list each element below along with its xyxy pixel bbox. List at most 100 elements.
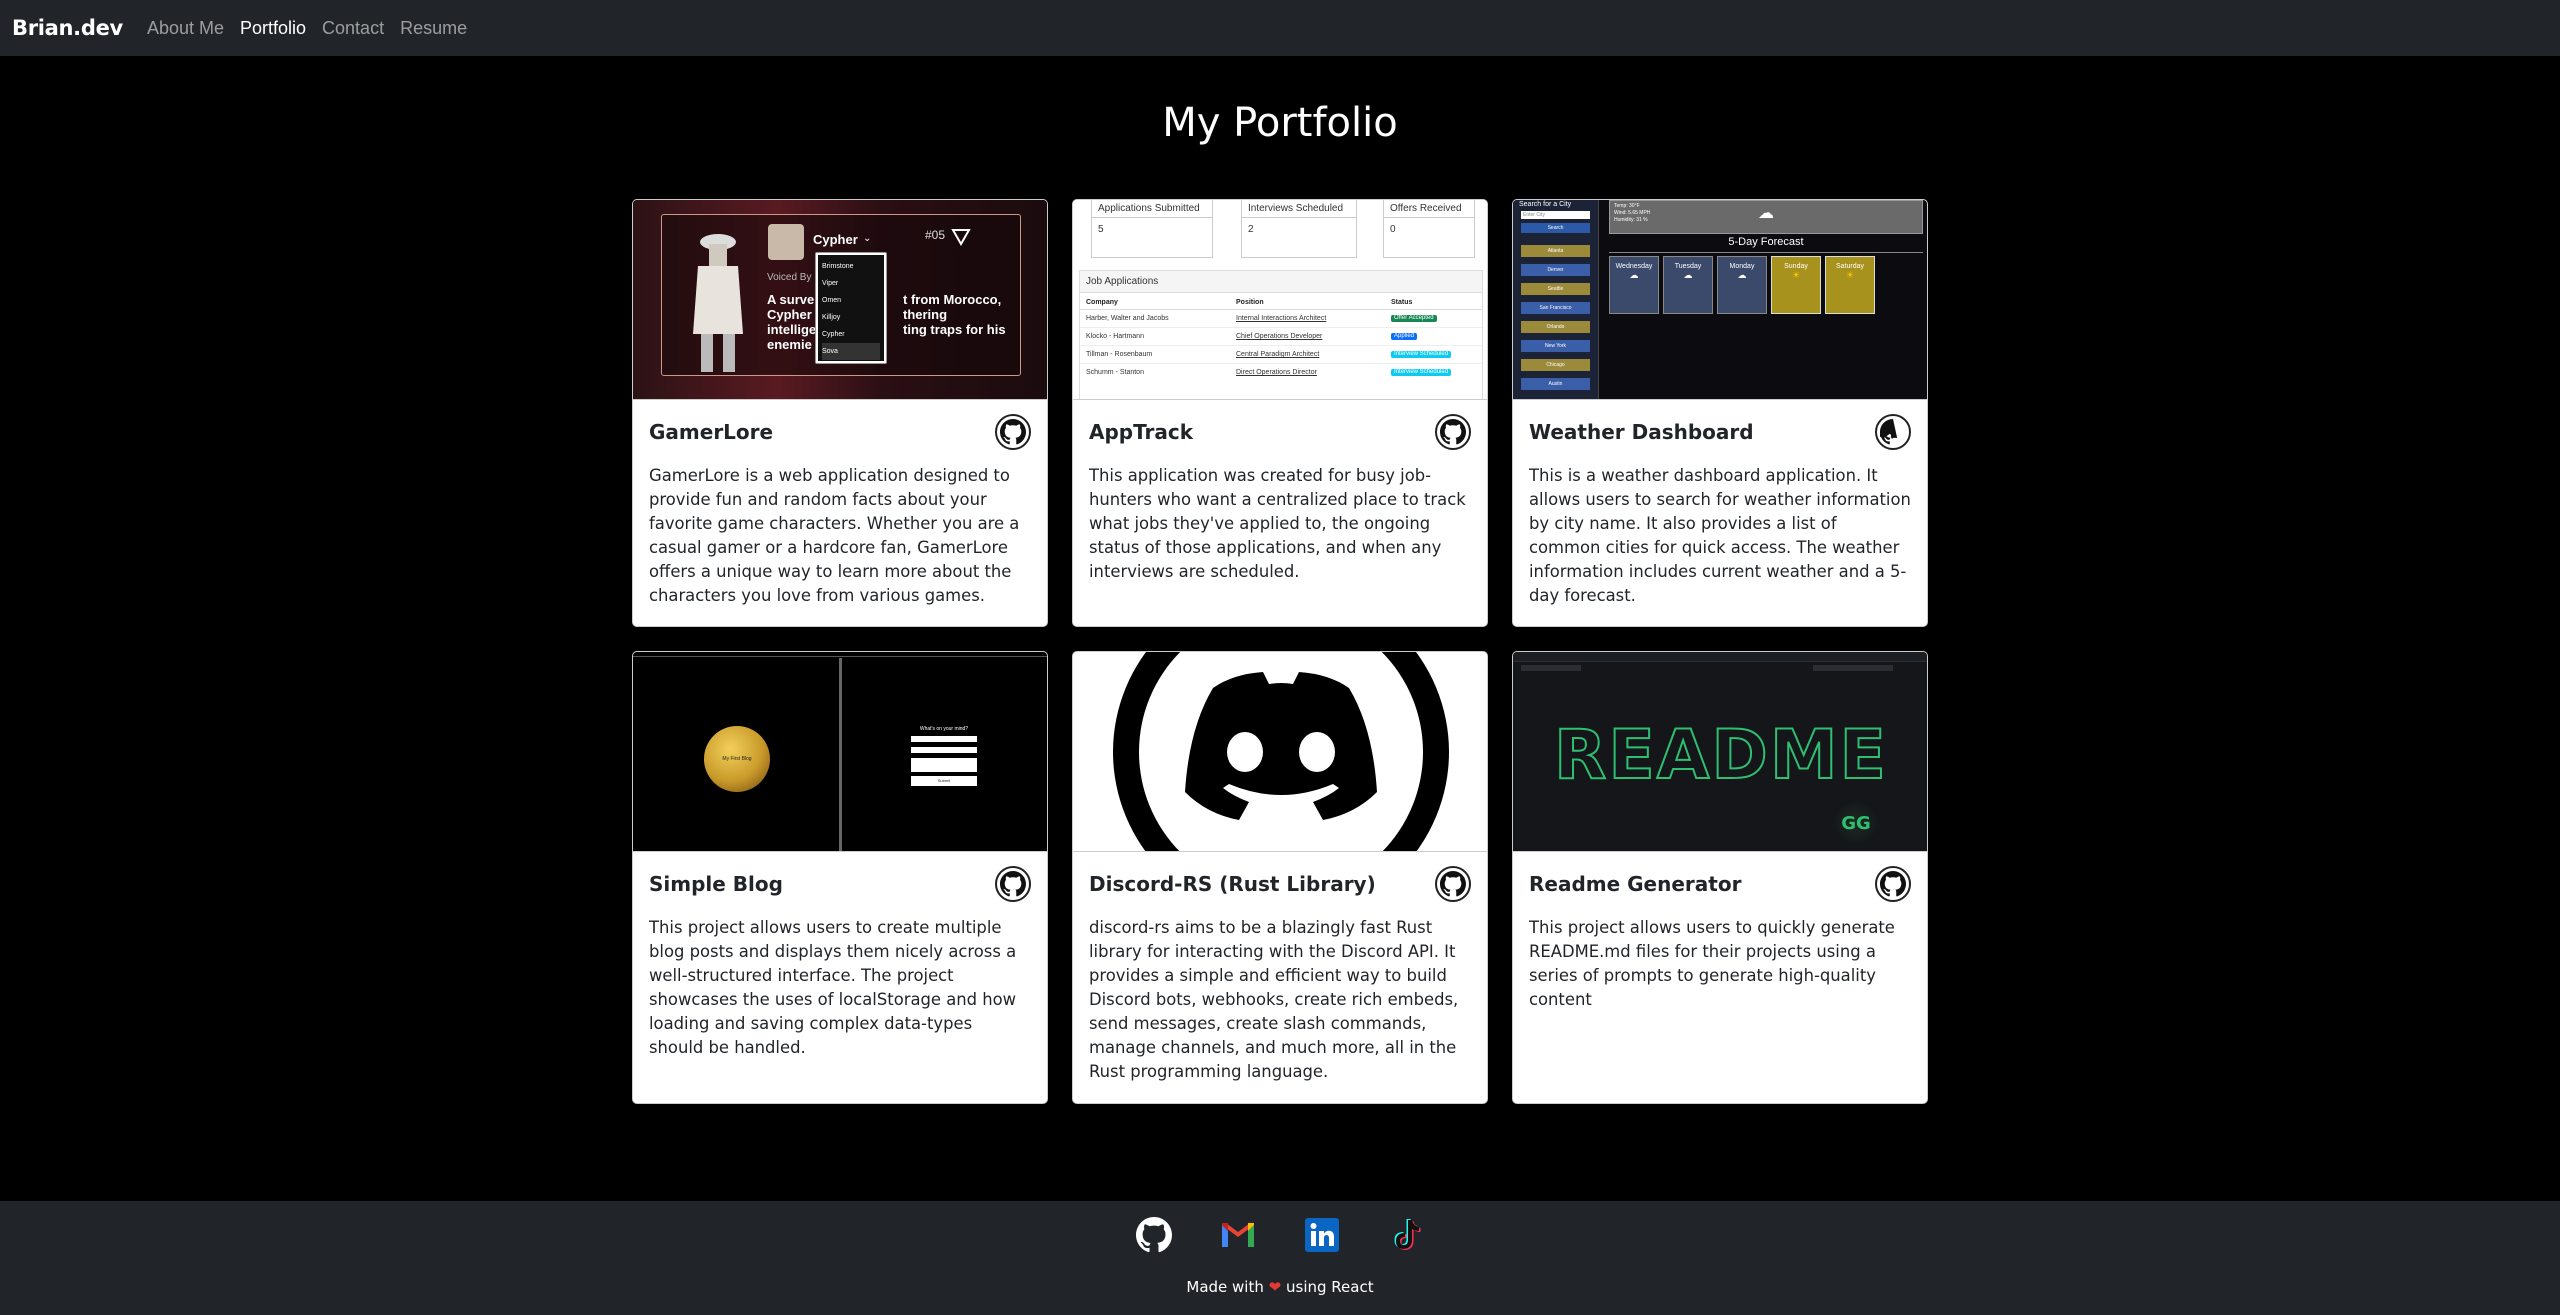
project-thumbnail[interactable]: My First Blog What's on your mind? Submi… — [633, 652, 1047, 852]
dropdown-option[interactable]: Viper — [822, 275, 880, 292]
dropdown-option[interactable]: Killjoy — [822, 309, 880, 326]
character-figure — [693, 234, 743, 372]
tiktok-link[interactable] — [1386, 1215, 1426, 1255]
character-name: Cypher — [813, 232, 858, 247]
sun-icon: ☀ — [1845, 270, 1855, 280]
cloud-icon: ☁ — [1629, 270, 1639, 280]
project-thumbnail[interactable]: Search for a City Enter City Search Atla… — [1513, 200, 1927, 400]
table-row[interactable]: Tillman - Rosenbaum Central Paradigm Arc… — [1080, 346, 1482, 364]
position-link[interactable]: Internal Interactions Architect — [1236, 315, 1391, 322]
city-button[interactable]: Seattle — [1521, 283, 1590, 295]
submit-button[interactable]: Submit — [911, 776, 977, 786]
github-link-button[interactable] — [1435, 414, 1471, 450]
blog-circle-label: My First Blog — [722, 756, 752, 762]
form-input[interactable] — [911, 736, 977, 742]
bio-text: t from Morocco, — [903, 292, 1002, 307]
city-button[interactable]: San Francisco — [1521, 302, 1590, 314]
character-dropdown[interactable]: Brimstone Viper Omen Killjoy Cypher Sova — [815, 252, 887, 364]
project-card-apptrack: Applications Submitted 5 Interviews Sche… — [1072, 199, 1488, 627]
column-header: Company — [1086, 299, 1118, 306]
cloud-icon: ☁ — [1683, 270, 1693, 280]
card-description: GamerLore is a web application designed … — [649, 466, 1020, 605]
column-header: Position — [1236, 299, 1264, 306]
navbar: Brian.dev About Me Portfolio Contact Res… — [0, 0, 2560, 56]
position-link[interactable]: Chief Operations Developer — [1236, 333, 1391, 340]
chevron-down-icon: ⌄ — [863, 233, 872, 244]
made-with-prefix: Made with — [1186, 1278, 1264, 1296]
project-thumbnail[interactable]: Applications Submitted 5 Interviews Sche… — [1073, 200, 1487, 400]
forecast-day-card: Wednesday ☁ — [1609, 256, 1659, 314]
github-icon — [1440, 871, 1466, 897]
dropdown-option[interactable]: Brimstone — [822, 258, 880, 275]
github-icon — [1880, 419, 1898, 445]
github-link-button[interactable] — [1875, 414, 1911, 450]
city-button[interactable]: Orlando — [1521, 321, 1590, 333]
card-description: This project allows users to create mult… — [649, 918, 1017, 1057]
forecast-day-label: Sunday — [1784, 263, 1808, 270]
bio-text: ting traps for his — [903, 322, 1006, 337]
table-cell: Tillman - Rosenbaum — [1086, 351, 1153, 358]
nav-link-about-me[interactable]: About Me — [147, 18, 224, 39]
tiktok-icon — [1394, 1219, 1421, 1250]
linkedin-link[interactable] — [1302, 1215, 1342, 1255]
search-button[interactable]: Search — [1521, 223, 1590, 233]
agent-number: #05 — [925, 228, 946, 242]
github-link-button[interactable] — [1435, 866, 1471, 902]
dropdown-option[interactable]: Cypher — [822, 326, 880, 343]
bio-text: thering — [903, 307, 948, 322]
table-row[interactable]: Schumm - Stanton Direct Operations Direc… — [1080, 364, 1482, 381]
dropdown-option[interactable]: Sova — [822, 343, 880, 360]
card-title: GamerLore — [649, 420, 774, 444]
project-thumbnail[interactable] — [1073, 652, 1487, 852]
city-button[interactable]: Atlanta — [1521, 245, 1590, 257]
github-link[interactable] — [1134, 1215, 1174, 1255]
stat-box: Applications Submitted 5 — [1091, 200, 1213, 258]
city-button[interactable]: Chicago — [1521, 359, 1590, 371]
forecast-day-card: Monday ☁ — [1717, 256, 1767, 314]
github-link-button[interactable] — [1875, 866, 1911, 902]
voiced-by-label: Voiced By — [767, 272, 812, 283]
position-link[interactable]: Direct Operations Director — [1236, 369, 1391, 376]
cloud-icon: ☁ — [1737, 270, 1747, 280]
bio-text: intellige — [767, 322, 817, 337]
column-header: Status — [1391, 299, 1413, 306]
bio-text: A surve — [767, 292, 815, 307]
github-link-button[interactable] — [995, 866, 1031, 902]
table-cell: Schumm - Stanton — [1086, 369, 1144, 376]
stat-label: Applications Submitted — [1092, 200, 1212, 218]
card-title: Discord-RS (Rust Library) — [1089, 872, 1376, 896]
card-description: This application was created for busy jo… — [1089, 466, 1466, 581]
gmail-link[interactable] — [1218, 1215, 1258, 1255]
city-button[interactable]: New York — [1521, 340, 1590, 352]
github-link-button[interactable] — [995, 414, 1031, 450]
job-applications-table: Job Applications Company Position Status… — [1079, 270, 1483, 399]
table-row[interactable]: Klocko - Hartmann Chief Operations Devel… — [1080, 328, 1482, 346]
nav-link-resume[interactable]: Resume — [400, 18, 467, 39]
brand-logo[interactable]: Brian.dev — [12, 16, 123, 40]
discord-gear-logo-icon — [1073, 652, 1487, 851]
bio-text: Cypher — [767, 307, 812, 322]
nav-link-portfolio[interactable]: Portfolio — [240, 18, 306, 39]
city-search-input[interactable]: Enter City — [1521, 211, 1590, 219]
table-row[interactable]: Harber, Walter and Jacobs Internal Inter… — [1080, 310, 1482, 328]
status-badge: Offer Accepted — [1391, 315, 1437, 322]
status-badge: Interview Scheduled — [1391, 369, 1452, 376]
search-title: Search for a City — [1519, 201, 1572, 208]
dropdown-option[interactable]: Omen — [822, 292, 880, 309]
position-link[interactable]: Central Paradigm Architect — [1236, 351, 1391, 358]
forecast-day-card: Sunday ☀ — [1771, 256, 1821, 314]
form-textarea[interactable] — [911, 758, 977, 772]
city-button[interactable]: Austin — [1521, 378, 1590, 390]
stat-value: 2 — [1248, 224, 1254, 235]
card-description: This is a weather dashboard application.… — [1529, 466, 1911, 605]
valorant-logo-icon — [951, 229, 971, 246]
project-thumbnail[interactable]: README GG — [1513, 652, 1927, 852]
linkedin-icon — [1305, 1218, 1339, 1252]
nav-link-contact[interactable]: Contact — [322, 18, 384, 39]
city-button[interactable]: Denver — [1521, 264, 1590, 276]
character-avatar — [768, 224, 804, 260]
project-card-weather-dashboard: Search for a City Enter City Search Atla… — [1512, 199, 1928, 627]
blog-circle[interactable]: My First Blog — [704, 726, 770, 792]
form-input[interactable] — [911, 747, 977, 753]
project-thumbnail[interactable]: Cypher ⌄ #05 Voiced By A surve t from Mo… — [633, 200, 1047, 400]
